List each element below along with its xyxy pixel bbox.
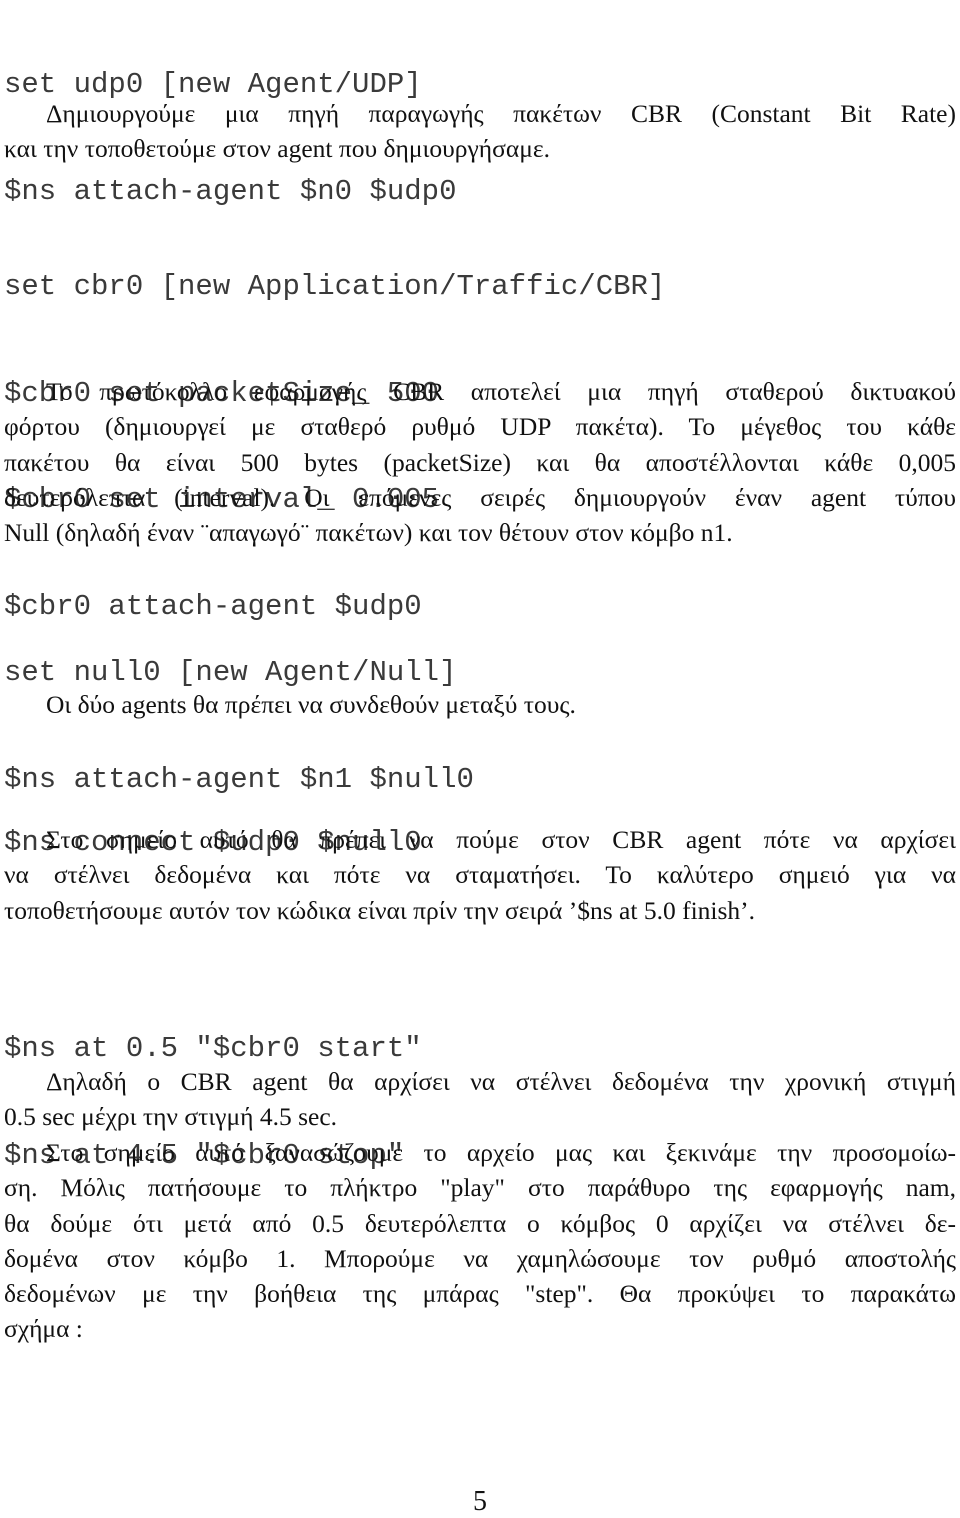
text-line: δεδομένων με την βοήθεια της μπάρας "ste…	[4, 1279, 956, 1309]
text-line: Το πρωτόκολλο εφαρμογής CBR αποτελεί μια…	[46, 377, 956, 406]
text-line: Δηλαδή ο CBR agent θα αρχίσει να στέλνει…	[46, 1067, 956, 1096]
text-line: πακέτου θα είναι 500 bytes (packetSize) …	[4, 447, 956, 477]
paragraph-simulation: Στο σημείο αυτό ξανασώζουμε το αρχείο μα…	[4, 1135, 956, 1347]
text-line: φόρτου (δημιουργεί με σταθερό ρυθμό UDP …	[4, 412, 956, 442]
text-line: Δημιουργούμε μια πηγή παραγωγής πακέτων …	[46, 99, 956, 128]
paragraph-timing: Δηλαδή ο CBR agent θα αρχίσει να στέλνει…	[4, 1064, 956, 1135]
text-line: ση. Μόλις πατήσουμε το πλήκτρο "play" στ…	[4, 1173, 956, 1203]
page-number: 5	[473, 1486, 487, 1517]
text-line: σχήμα :	[4, 1314, 83, 1344]
paragraph-start-stop: Στο σημείο αυτό θα πρέπει να πούμε στον …	[4, 822, 956, 928]
paragraph-cbr-intro: Δημιουργούμε μια πηγή παραγωγής πακέτων …	[4, 96, 956, 167]
text-line: να στέλνει δεδομένα και πότε να σταματήσ…	[4, 860, 956, 890]
code-line: set null0 [new Agent/Null]	[4, 656, 457, 689]
code-line: $ns at 0.5 "$cbr0 start"	[4, 1032, 422, 1065]
text-line: τοποθετήσουμε αυτόν τον κώδικα είναι πρί…	[4, 895, 756, 925]
paragraph-cbr-description: Το πρωτόκολλο εφαρμογής CBR αποτελεί μια…	[4, 374, 956, 550]
text-line: Στο σημείο αυτό θα πρέπει να πούμε στον …	[46, 825, 956, 854]
text-line: Οι δύο agents θα πρέπει να συνδεθούν μετ…	[46, 690, 576, 719]
text-line: δομένα στον κόμβο 1. Μπορούμε να χαμηλώσ…	[4, 1243, 956, 1273]
text-line: 0.5 sec μέχρι την στιγμή 4.5 sec.	[4, 1102, 338, 1132]
text-line: δευτερόλεπτα (interval). Οι επόμενες σει…	[4, 482, 956, 512]
text-line: Null (δηλαδή έναν ¨απαγωγό¨ πακέτων) και…	[4, 518, 733, 548]
text-line: θα δούμε ότι μετά από 0.5 δευτερόλεπτα ο…	[4, 1208, 956, 1238]
text-line: Στο σημείο αυτό ξανασώζουμε το αρχείο μα…	[46, 1138, 956, 1167]
paragraph-connect-agents: Οι δύο agents θα πρέπει να συνδεθούν μετ…	[4, 687, 956, 722]
text-line: και την τοποθετούμε στον agent που δημιο…	[4, 134, 550, 164]
code-line: set cbr0 [new Application/Traffic/CBR]	[4, 270, 666, 303]
